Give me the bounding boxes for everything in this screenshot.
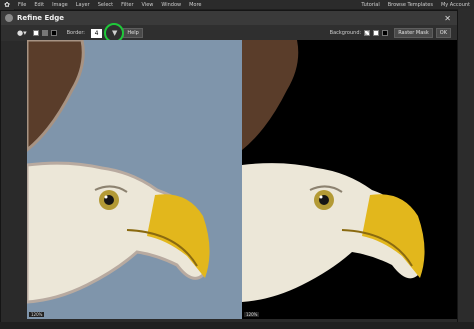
menu-select[interactable]: Select [94, 2, 117, 8]
brush-mode-gray-icon[interactable] [41, 30, 48, 36]
status-bar [0, 322, 474, 329]
right-zoom-label: 120% [244, 312, 260, 317]
dialog-options-bar: ●▾ Border: 4 ▼ Help Background: Raster M… [1, 23, 457, 43]
menu-file[interactable]: File [14, 2, 30, 8]
menu-bar: ✿ File Edit Image Layer Select Filter Vi… [0, 0, 474, 9]
preview-area: 120% 120% [27, 40, 457, 319]
bg-checker-icon[interactable] [364, 30, 371, 36]
dialog-titlebar: Refine Edge ✕ [1, 11, 457, 25]
border-label: Border: [66, 30, 85, 36]
app-logo-icon[interactable]: ✿ [0, 0, 14, 9]
menu-edit[interactable]: Edit [30, 2, 48, 8]
border-width-input[interactable]: 4 [90, 28, 102, 38]
close-icon[interactable]: ✕ [444, 14, 451, 23]
dialog-title: Refine Edge [17, 14, 65, 22]
background-label: Background: [329, 30, 362, 36]
help-button[interactable]: Help [123, 28, 143, 38]
left-eagle-image [27, 40, 210, 304]
dialog-app-icon [5, 14, 13, 22]
menu-view[interactable]: View [138, 2, 158, 8]
right-preview[interactable]: 120% [242, 40, 457, 319]
bg-white-icon[interactable] [373, 30, 380, 36]
left-preview[interactable]: 120% [27, 40, 242, 319]
menu-browse-templates[interactable]: Browse Templates [384, 2, 437, 8]
menu-more[interactable]: More [185, 2, 205, 8]
menu-image[interactable]: Image [48, 2, 72, 8]
ok-button[interactable]: OK [435, 28, 451, 38]
brush-mode-black-icon[interactable] [50, 30, 57, 36]
menu-window[interactable]: Window [157, 2, 185, 8]
menu-layer[interactable]: Layer [72, 2, 94, 8]
menu-tutorial[interactable]: Tutorial [357, 2, 383, 8]
bg-black-icon[interactable] [382, 30, 389, 36]
brush-mode-white-icon[interactable] [32, 30, 39, 36]
left-zoom-label: 120% [29, 312, 45, 317]
right-eagle-image [242, 40, 425, 302]
right-side-panel [458, 9, 474, 329]
mask-select[interactable]: Raster Mask [394, 28, 433, 38]
menu-my-account[interactable]: My Account [437, 2, 474, 8]
brush-picker-icon[interactable]: ●▾ [17, 29, 27, 37]
menu-filter[interactable]: Filter [117, 2, 137, 8]
menu-right-group: Tutorial Browse Templates My Account [357, 2, 474, 8]
